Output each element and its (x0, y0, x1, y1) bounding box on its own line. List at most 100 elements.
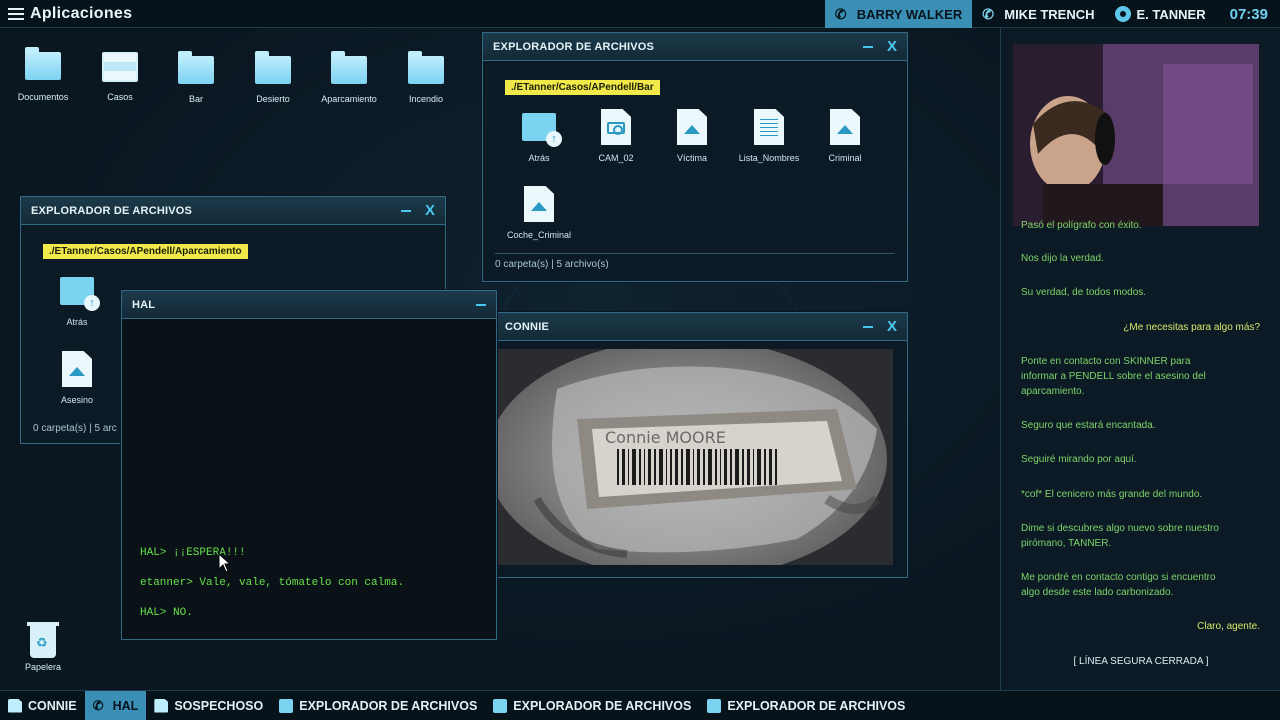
folder-icon (255, 51, 291, 84)
chat-message: *cof* El cenicero más grande del mundo. (1021, 489, 1203, 500)
file-item-coche-criminal[interactable]: Coche_Criminal (501, 186, 577, 240)
chat-message-reply: ¿Me necesitas para algo más? (1123, 322, 1260, 333)
taskbar-item-explorer-2[interactable]: EXPLORADOR DE ARCHIVOS (485, 691, 699, 720)
desktop-icon-label: Papelera (24, 662, 62, 672)
file-item-victima[interactable]: Víctima (654, 109, 730, 163)
back-folder-icon (60, 277, 100, 311)
taskbar-item-hal[interactable]: ✆ HAL (84, 690, 147, 720)
file-label: Criminal (828, 153, 862, 163)
desktop-icon-bar[interactable]: Bar (161, 51, 231, 104)
taskbar-item-label: EXPLORADOR DE ARCHIVOS (727, 698, 906, 713)
phone-icon: ✆ (92, 697, 104, 713)
desktop-icon-desierto[interactable]: Desierto (238, 51, 308, 104)
close-button[interactable]: X (425, 203, 435, 218)
phone-icon: ✆ (834, 6, 847, 22)
document-icon (8, 698, 22, 713)
badge-name-text: Connie MOORE (605, 428, 726, 447)
hamburger-icon (8, 7, 24, 20)
window-title: EXPLORADOR DE ARCHIVOS (31, 204, 193, 217)
desktop-icon-incendio[interactable]: Incendio (391, 51, 461, 104)
applications-label: Aplicaciones (30, 4, 133, 22)
image-file-icon (62, 351, 92, 387)
burnt-badge-photo: Connie MOORE (497, 349, 893, 565)
terminal-line: HAL> NO. (140, 607, 193, 619)
minimize-button[interactable] (862, 325, 873, 328)
window-title: HAL (132, 298, 156, 311)
desktop-icon-papelera[interactable]: ♻ Papelera (8, 622, 78, 672)
image-file-icon (677, 109, 707, 145)
chat-message: Seguiré mirando por aquí. (1021, 454, 1137, 465)
desktop-icon-label: Casos (107, 92, 133, 102)
hal-terminal-window[interactable]: HAL HAL> ¡¡ESPERA!!! etanner> Vale, vale… (121, 290, 497, 640)
chat-message: Nos dijo la verdad. (1021, 253, 1104, 264)
path-breadcrumb: ./ETanner/Casos/APendell/Bar (505, 80, 660, 95)
contact-name: MIKE TRENCH (1004, 6, 1095, 22)
taskbar-item-explorer-3[interactable]: EXPLORADOR DE ARCHIVOS (699, 691, 913, 720)
image-viewer-window-connie[interactable]: CONNIE X Connie MOORE (494, 312, 908, 578)
contact-mike-trench[interactable]: ✆ MIKE TRENCH (972, 0, 1104, 28)
taskbar-item-sospechoso[interactable]: SOSPECHOSO (146, 691, 271, 720)
desktop-icon-documentos[interactable]: Documentos (8, 47, 78, 102)
file-item-atras[interactable]: Atrás (501, 113, 577, 163)
file-label: Atrás (528, 153, 550, 163)
folder-icon (25, 47, 61, 80)
back-folder-icon (522, 113, 562, 147)
file-item-asesino[interactable]: Asesino (39, 351, 115, 405)
top-bar: Aplicaciones ✆ BARRY WALKER ✆ MIKE TRENC… (0, 0, 1280, 28)
taskbar-item-label: EXPLORADOR DE ARCHIVOS (299, 698, 478, 713)
chat-message: Pasó el polígrafo con éxito. (1021, 220, 1142, 231)
explorer-status: 0 carpeta(s) | 5 arc (33, 423, 117, 434)
taskbar-item-label: HAL (112, 698, 139, 713)
window-title-bar[interactable]: CONNIE X (495, 313, 907, 341)
folder-icon (178, 51, 214, 84)
chat-message: Ponte en contacto con SKINNER para infor… (1021, 356, 1206, 397)
file-label: Lista_Nombres (738, 153, 800, 163)
desktop-icon-aparcamiento[interactable]: Aparcamiento (314, 51, 384, 104)
chat-message: Su verdad, de todos modos. (1021, 287, 1147, 298)
secure-line-status: [ LÍNEA SEGURA CERRADA ] (1073, 656, 1209, 667)
folder-icon (279, 698, 294, 713)
taskbar: CONNIE ✆ HAL SOSPECHOSO EXPLORADOR DE AR… (0, 690, 1280, 720)
cabinet-icon (102, 52, 138, 82)
contacts-bar: ✆ BARRY WALKER ✆ MIKE TRENCH E. TANNER 0… (824, 0, 1280, 28)
file-item-cam-02[interactable]: CAM_02 (578, 109, 654, 163)
desktop-icon-label: Incendio (408, 94, 444, 104)
document-icon (154, 698, 169, 713)
window-title-bar[interactable]: EXPLORADOR DE ARCHIVOS X (21, 197, 445, 225)
folder-icon (493, 698, 508, 713)
desktop-icon-casos[interactable]: Casos (85, 52, 155, 102)
applications-menu-button[interactable]: Aplicaciones (0, 0, 132, 28)
contact-e-tanner[interactable]: E. TANNER (1105, 0, 1216, 28)
taskbar-item-label: CONNIE (28, 698, 77, 713)
file-item-criminal[interactable]: Criminal (807, 109, 883, 163)
minimize-button[interactable] (400, 209, 411, 212)
folder-icon (408, 51, 444, 84)
contact-name: E. TANNER (1136, 6, 1206, 22)
file-label: Atrás (66, 317, 88, 327)
close-button[interactable]: X (887, 39, 897, 54)
desktop-icon-label: Bar (188, 94, 203, 104)
file-item-lista-nombres[interactable]: Lista_Nombres (731, 109, 807, 163)
taskbar-item-label: EXPLORADOR DE ARCHIVOS (513, 698, 692, 713)
minimize-button[interactable] (862, 45, 873, 48)
file-explorer-window-bar[interactable]: EXPLORADOR DE ARCHIVOS X ./ETanner/Casos… (482, 32, 908, 282)
file-label: CAM_02 (598, 153, 634, 163)
chat-message: Seguro que estará encantada. (1021, 420, 1156, 431)
contact-barry-walker[interactable]: ✆ BARRY WALKER (824, 0, 973, 28)
window-title-bar[interactable]: EXPLORADOR DE ARCHIVOS X (483, 33, 907, 61)
photo-file-icon (601, 109, 631, 145)
desktop-icon-label: Documentos (17, 92, 69, 102)
path-breadcrumb: ./ETanner/Casos/APendell/Aparcamiento (43, 244, 248, 259)
explorer-status: 0 carpeta(s) | 5 archivo(s) (495, 259, 609, 270)
minimize-button[interactable] (476, 303, 486, 306)
chat-message: Me pondré en contacto contigo si encuent… (1021, 572, 1216, 598)
chat-panel: Pasó el polígrafo con éxito. Nos dijo la… (1000, 28, 1280, 690)
taskbar-item-explorer-1[interactable]: EXPLORADOR DE ARCHIVOS (271, 691, 485, 720)
file-item-atras[interactable]: Atrás (39, 277, 115, 327)
close-button[interactable]: X (887, 319, 897, 334)
taskbar-item-connie[interactable]: CONNIE (0, 691, 85, 720)
window-title-bar[interactable]: HAL (122, 291, 496, 319)
file-label: Víctima (676, 153, 707, 163)
recycle-bin-icon: ♻ (27, 622, 59, 658)
agent-badge-icon (1114, 6, 1131, 22)
